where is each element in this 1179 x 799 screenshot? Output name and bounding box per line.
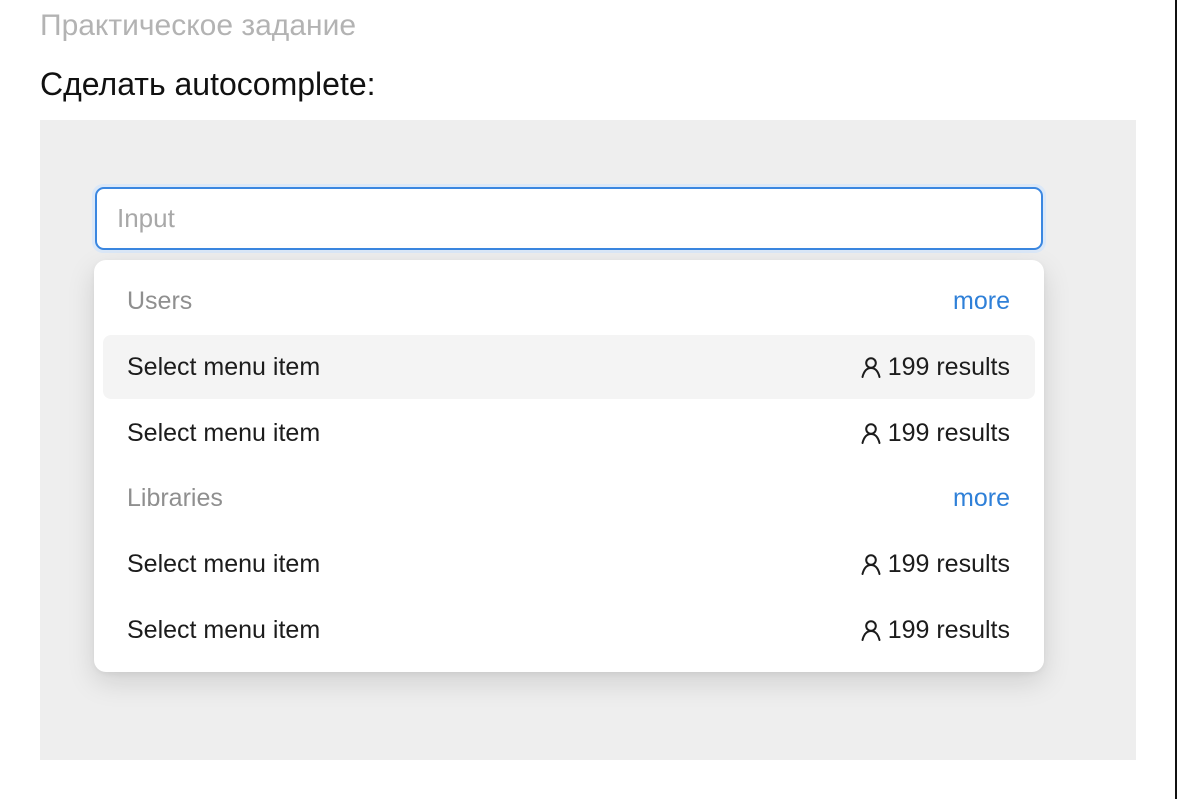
menu-item[interactable]: Select menu item 199 results <box>103 401 1035 465</box>
group-header-users: Users more <box>94 269 1044 333</box>
menu-item-label: Select menu item <box>127 419 321 447</box>
menu-item[interactable]: Select menu item 199 results <box>103 598 1035 662</box>
page-subtitle: Практическое задание <box>40 9 357 42</box>
autocomplete-dropdown: Users more Select menu item 199 results … <box>94 260 1044 672</box>
page-right-border <box>1175 0 1177 799</box>
menu-item-count: 199 results <box>887 616 1010 644</box>
demo-canvas: Users more Select menu item 199 results … <box>40 120 1136 760</box>
more-link-libraries[interactable]: more <box>953 466 1010 530</box>
menu-item-meta: 199 results <box>859 598 1010 662</box>
menu-item[interactable]: Select menu item 199 results <box>103 532 1035 596</box>
task-heading: Сделать autocomplete: <box>40 66 376 102</box>
group-label: Libraries <box>127 484 223 512</box>
user-icon <box>861 357 881 378</box>
menu-item-count: 199 results <box>887 353 1010 381</box>
more-link-users[interactable]: more <box>953 269 1010 333</box>
menu-item[interactable]: Select menu item 199 results <box>103 335 1035 399</box>
menu-item-label: Select menu item <box>127 616 321 644</box>
user-icon <box>861 423 881 444</box>
user-icon <box>861 554 881 575</box>
autocomplete-input[interactable] <box>95 187 1043 250</box>
user-icon <box>861 620 881 641</box>
page: Практическое задание Сделать autocomplet… <box>0 0 1179 799</box>
menu-item-meta: 199 results <box>859 335 1010 399</box>
menu-item-count: 199 results <box>887 419 1010 447</box>
group-header-libraries: Libraries more <box>94 466 1044 530</box>
menu-item-label: Select menu item <box>127 550 321 578</box>
menu-item-meta: 199 results <box>859 532 1010 596</box>
menu-item-count: 199 results <box>887 550 1010 578</box>
menu-item-label: Select menu item <box>127 353 321 381</box>
group-label: Users <box>127 287 193 315</box>
menu-item-meta: 199 results <box>859 401 1010 465</box>
